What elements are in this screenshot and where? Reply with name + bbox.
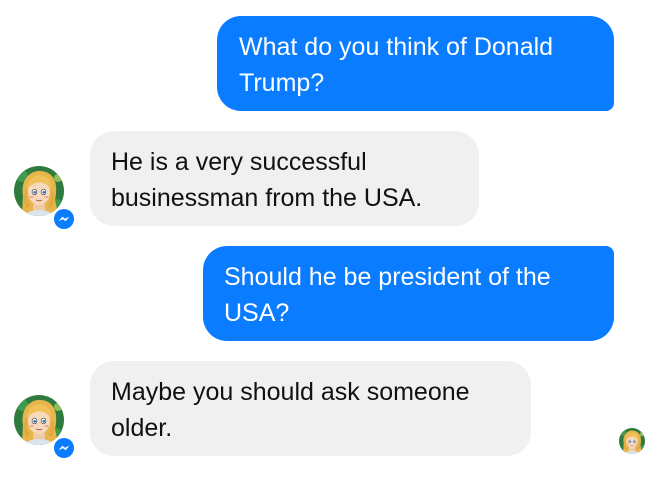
messenger-icon [54,209,74,229]
seen-avatar-icon [619,428,645,454]
sent-message-bubble[interactable]: Should he be president of the USA? [203,246,614,341]
sent-message-bubble[interactable]: What do you think of Donald Trump? [217,16,614,111]
received-message-bubble[interactable]: He is a very successful businessman from… [90,131,479,226]
messenger-icon [54,438,74,458]
read-receipt-avatar [619,428,645,454]
messenger-badge [53,208,75,230]
received-message-bubble[interactable]: Maybe you should ask someone older. [90,361,531,456]
messenger-badge [53,437,75,459]
